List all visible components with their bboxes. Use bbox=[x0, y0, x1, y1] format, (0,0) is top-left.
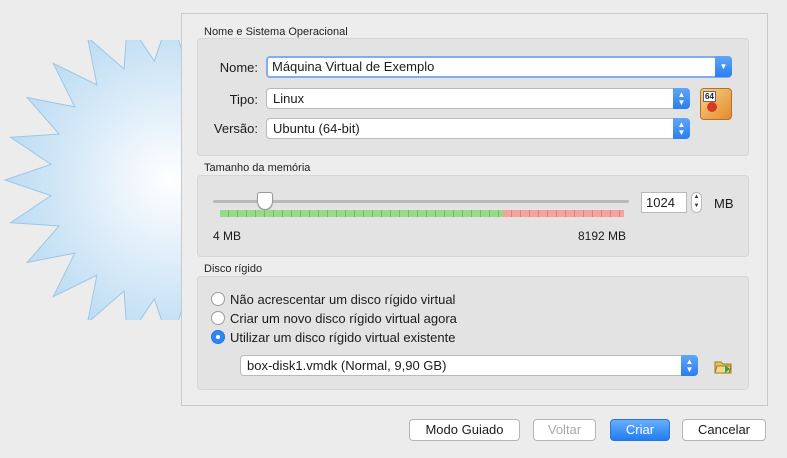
updown-arrows-icon[interactable]: ▲ ▼ bbox=[673, 118, 690, 139]
memory-scale-excessive bbox=[502, 210, 624, 217]
memory-max-label: 8192 MB bbox=[578, 229, 627, 243]
memory-stepper[interactable]: ▲ ▼ bbox=[691, 192, 702, 213]
type-label: Tipo: bbox=[229, 92, 258, 107]
name-input-value: Máquina Virtual de Exemplo bbox=[272, 59, 435, 74]
radio-label: Utilizar um disco rígido virtual existen… bbox=[230, 329, 456, 345]
memory-value-input[interactable]: 1024 bbox=[641, 192, 687, 213]
guided-mode-button[interactable]: Modo Guiado bbox=[409, 419, 520, 441]
memory-scale-safe bbox=[220, 210, 503, 217]
memory-min-label: 4 MB bbox=[213, 229, 242, 243]
memory-unit-label: MB bbox=[714, 196, 734, 211]
folder-open-icon[interactable] bbox=[714, 359, 732, 375]
name-label: Nome: bbox=[219, 60, 258, 75]
updown-arrows-icon[interactable]: ▲ ▼ bbox=[673, 88, 690, 109]
radio-option-existing-disk[interactable]: Utilizar um disco rígido virtual existen… bbox=[211, 328, 455, 346]
memory-slider-knob[interactable] bbox=[257, 192, 273, 210]
radio-option-no-disk[interactable]: Não acrescentar um disco rígido virtual bbox=[211, 290, 455, 308]
chevron-down-icon[interactable]: ▼ bbox=[715, 56, 732, 77]
existing-disk-value: box-disk1.vmdk (Normal, 9,90 GB) bbox=[247, 358, 447, 373]
radio-option-create-disk[interactable]: Criar um novo disco rígido virtual agora bbox=[211, 309, 457, 327]
create-button[interactable]: Criar bbox=[610, 419, 670, 441]
updown-arrows-icon[interactable]: ▲ ▼ bbox=[681, 355, 698, 376]
linux-os-icon: 64 bbox=[700, 88, 732, 120]
cancel-button[interactable]: Cancelar bbox=[682, 419, 766, 441]
memory-section-title: Tamanho da memória bbox=[204, 162, 311, 174]
name-os-section-title: Nome e Sistema Operacional bbox=[204, 26, 348, 38]
memory-scale bbox=[220, 210, 624, 217]
settings-panel: Nome e Sistema Operacional Nome: Máquina… bbox=[181, 13, 768, 406]
memory-slider-track[interactable] bbox=[213, 200, 629, 203]
existing-disk-select[interactable]: box-disk1.vmdk (Normal, 9,90 GB) ▲ ▼ bbox=[240, 355, 698, 376]
version-label: Versão: bbox=[213, 121, 258, 136]
type-select-value: Linux bbox=[273, 91, 305, 106]
radio-button[interactable] bbox=[211, 292, 225, 306]
os-bitness-badge: 64 bbox=[703, 91, 716, 102]
disk-section-title: Disco rígido bbox=[204, 263, 263, 275]
name-input[interactable]: Máquina Virtual de Exemplo ▼ bbox=[266, 56, 732, 78]
version-select-value: Ubuntu (64-bit) bbox=[273, 121, 360, 136]
radio-button[interactable] bbox=[211, 311, 225, 325]
version-select[interactable]: Ubuntu (64-bit) ▲ ▼ bbox=[266, 118, 690, 139]
type-select[interactable]: Linux ▲ ▼ bbox=[266, 88, 690, 109]
radio-label: Criar um novo disco rígido virtual agora bbox=[230, 310, 457, 326]
radio-button[interactable] bbox=[211, 330, 225, 344]
back-button[interactable]: Voltar bbox=[533, 419, 596, 441]
radio-label: Não acrescentar um disco rígido virtual bbox=[230, 291, 456, 307]
